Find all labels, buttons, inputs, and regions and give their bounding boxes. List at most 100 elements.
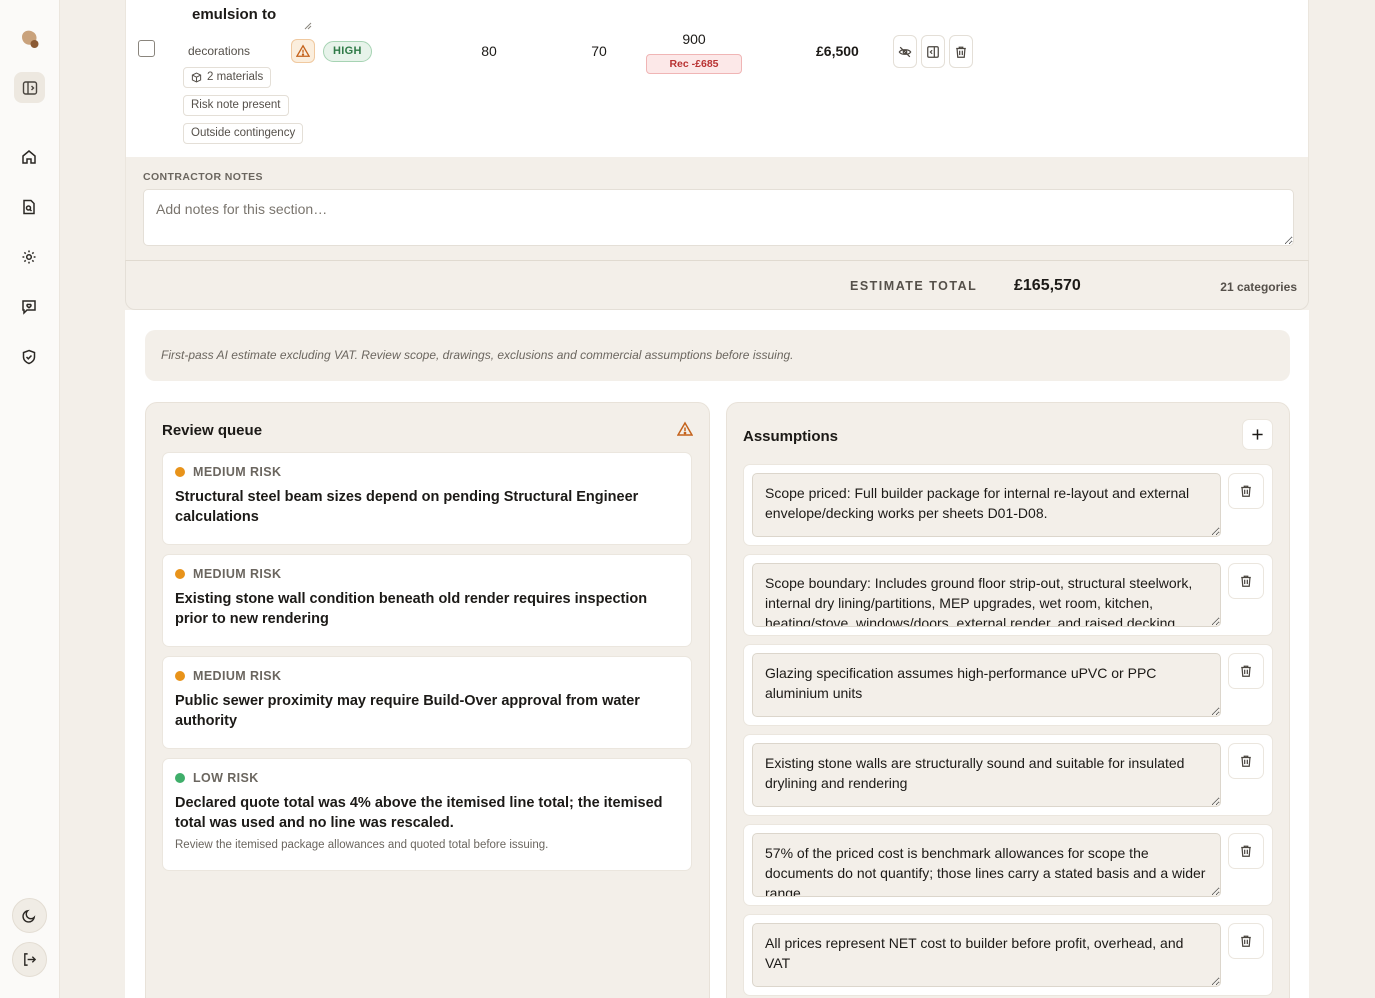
warning-icon (296, 44, 310, 57)
risk-level: MEDIUM RISK (193, 567, 282, 581)
delete-line-button[interactable] (949, 35, 973, 68)
assumption-input[interactable] (752, 563, 1221, 627)
hide-line-button[interactable] (893, 35, 917, 68)
trash-icon (956, 46, 966, 58)
risk-title: Declared quote total was 4% above the it… (175, 795, 663, 831)
trash-icon (1241, 665, 1251, 677)
nav-settings[interactable] (20, 248, 38, 266)
notes-label: CONTRACTOR NOTES (143, 171, 263, 183)
warning-icon (677, 421, 693, 436)
logout-icon (24, 953, 37, 966)
review-queue-card: Review queue MEDIUM RISK Structural stee… (145, 402, 710, 998)
document-search-icon (23, 199, 35, 215)
resize-grip-icon (304, 22, 312, 30)
trash-icon (1241, 485, 1251, 497)
risk-title: Public sewer proximity may require Build… (175, 693, 640, 729)
estimate-summary: First-pass AI estimate excluding VAT. Re… (125, 310, 1309, 998)
assumption-input[interactable] (752, 473, 1221, 537)
risk-level: MEDIUM RISK (193, 669, 282, 683)
estimate-total-bar: ESTIMATE TOTAL £165,570 21 categories (125, 260, 1309, 310)
assumption-input[interactable] (752, 833, 1221, 897)
assumption-item (743, 824, 1273, 906)
materials-chip[interactable]: 2 materials (183, 67, 272, 88)
row-checkbox[interactable] (138, 40, 155, 57)
review-item[interactable]: MEDIUM RISK Existing stone wall conditio… (162, 554, 692, 647)
assumption-input[interactable] (752, 743, 1221, 807)
review-item[interactable]: LOW RISK Declared quote total was 4% abo… (162, 758, 692, 871)
trade-label: decorations (188, 44, 251, 58)
review-queue-title: Review queue (162, 422, 263, 439)
moon-icon (22, 909, 36, 923)
line-total: £6,500 (816, 43, 859, 59)
risk-dot (175, 569, 185, 579)
nav-feedback[interactable] (20, 298, 38, 316)
flag-chip: Outside contingency (183, 123, 304, 144)
flag-chip-label: Risk note present (191, 99, 281, 111)
package-icon (191, 72, 202, 83)
risk-warning-badge[interactable] (291, 39, 315, 63)
shield-check-icon (22, 349, 36, 365)
description-text: emulsion to (192, 6, 277, 23)
split-line-button[interactable] (921, 35, 945, 68)
logo-icon[interactable] (19, 28, 41, 50)
panel-toggle-icon (22, 80, 37, 95)
assumption-item (743, 914, 1273, 996)
risk-dot (175, 671, 185, 681)
settings-icon (22, 250, 36, 264)
review-item[interactable]: MEDIUM RISK Public sewer proximity may r… (162, 656, 692, 749)
contractor-notes: CONTRACTOR NOTES (125, 157, 1309, 260)
nav-home[interactable] (20, 148, 38, 166)
total-label: ESTIMATE TOTAL (850, 279, 978, 293)
delete-assumption-button[interactable] (1228, 653, 1264, 689)
assumption-item (743, 464, 1273, 546)
panel-toggle-button[interactable] (14, 72, 45, 103)
risk-level-badge: HIGH (323, 41, 372, 62)
add-assumption-button[interactable] (1242, 419, 1273, 450)
nav-security[interactable] (20, 348, 38, 366)
risk-dot (175, 467, 185, 477)
assumptions-card: Assumptions (726, 402, 1290, 998)
delete-assumption-button[interactable] (1228, 743, 1264, 779)
panel-left-icon (927, 45, 939, 58)
trash-icon (1241, 755, 1251, 767)
notes-input[interactable] (143, 189, 1294, 246)
disclaimer-text: First-pass AI estimate excluding VAT. Re… (145, 330, 1290, 381)
assumption-input[interactable] (752, 923, 1221, 987)
description-field[interactable]: emulsion to (184, 0, 312, 30)
assumption-item (743, 644, 1273, 726)
category-count: 21 categories (1220, 280, 1297, 294)
risk-subtext: Review the itemised package allowances a… (175, 839, 549, 851)
assumptions-title: Assumptions (743, 428, 839, 445)
risk-level: MEDIUM RISK (193, 465, 282, 479)
sidebar (0, 0, 60, 998)
delete-assumption-button[interactable] (1228, 563, 1264, 599)
risk-dot (175, 773, 185, 783)
nav-documents[interactable] (20, 198, 38, 216)
risk-title: Structural steel beam sizes depend on pe… (175, 489, 639, 525)
trash-icon (1241, 935, 1251, 947)
chat-icon (22, 300, 36, 315)
logout-button[interactable] (12, 942, 47, 977)
review-item[interactable]: MEDIUM RISK Structural steel beam sizes … (162, 452, 692, 545)
delete-assumption-button[interactable] (1228, 833, 1264, 869)
eye-off-icon (898, 46, 912, 57)
total-value: £165,570 (1014, 277, 1081, 294)
theme-toggle-button[interactable] (12, 898, 47, 933)
risk-title: Existing stone wall condition beneath ol… (175, 591, 648, 627)
quantity-value[interactable]: 80 (459, 43, 519, 59)
risk-level: LOW RISK (193, 771, 259, 785)
delete-assumption-button[interactable] (1228, 473, 1264, 509)
flag-chip: Risk note present (183, 95, 289, 116)
home-icon (22, 150, 36, 164)
cost-value[interactable]: 900 (646, 31, 742, 47)
trash-icon (1241, 575, 1251, 587)
trash-icon (1241, 845, 1251, 857)
assumption-input[interactable] (752, 653, 1221, 717)
delete-assumption-button[interactable] (1228, 923, 1264, 959)
plus-icon (1252, 429, 1263, 440)
materials-chip-label: 2 materials (207, 71, 264, 83)
rate-value[interactable]: 70 (569, 43, 629, 59)
recommendation-badge: Rec -£685 (646, 54, 742, 74)
assumption-item (743, 734, 1273, 816)
cost-stack: 900 Rec -£685 (646, 31, 742, 74)
